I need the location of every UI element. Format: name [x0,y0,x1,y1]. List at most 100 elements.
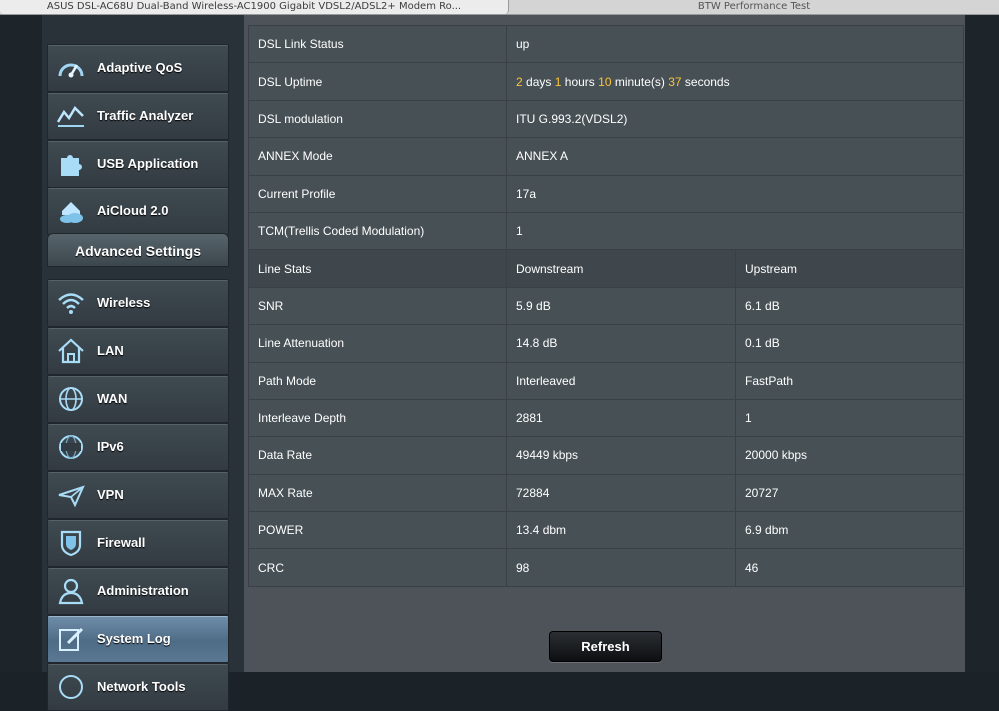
vpn-plane-icon [58,485,85,508]
traffic-chart-icon [56,105,84,127]
stat-up: 0.1 dB [734,324,965,363]
stat-up: 20000 kbps [734,436,965,475]
uptime-days-unit: days [526,74,552,89]
sidebar-item-lan[interactable]: LAN [47,327,229,375]
sidebar-item-label: LAN [97,343,124,358]
stat-up: FastPath [734,361,965,400]
browser-tab-bar: ASUS DSL-AC68U Dual-Band Wireless-AC1900… [0,0,999,15]
stat-label: Path Mode [248,361,507,400]
table-row: TCM(Trellis Coded Modulation) 1 [248,211,965,251]
sidebar-item-wan[interactable]: WAN [47,375,229,423]
stat-down: 14.8 dB [506,324,736,363]
sidebar-item-wireless[interactable]: Wireless [47,279,229,327]
stat-label: CRC [248,548,507,587]
stat-label: Line Attenuation [248,324,507,363]
wifi-icon [58,293,84,314]
uptime-value: 2 days 1 hours 10 minute(s) 37 seconds [505,62,965,101]
table-row: MAX Rate 72884 20727 [248,473,965,513]
sidebar-item-administration[interactable]: Administration [47,567,229,615]
stat-down: 2881 [506,398,736,438]
browser-tab-active[interactable]: ASUS DSL-AC68U Dual-Band Wireless-AC1900… [0,0,509,14]
sidebar-item-system-log[interactable]: System Log [47,615,229,663]
puzzle-icon [61,155,82,176]
table-row: ANNEX Mode ANNEX A [248,137,965,176]
table-row: DSL modulation ITU G.993.2(VDSL2) [248,99,965,139]
log-edit-icon [59,627,84,651]
stat-up: 6.1 dB [734,286,965,326]
refresh-button[interactable]: Refresh [549,631,662,662]
sidebar-item-traffic-analyzer[interactable]: Traffic Analyzer [47,92,229,140]
table-row: Data Rate 49449 kbps 20000 kbps [248,436,965,475]
row-label: Current Profile [248,174,507,213]
stat-label: SNR [248,286,507,326]
stat-down: 5.9 dB [506,286,736,326]
row-value: ITU G.993.2(VDSL2) [505,99,965,139]
uptime-seconds-unit: seconds [684,74,730,89]
stat-label: POWER [248,511,507,550]
sidebar-item-network-tools[interactable]: Network Tools [47,663,229,711]
ipv6-globe-icon [59,435,83,459]
left-page-margin [0,15,42,672]
row-value: 17a [505,174,965,213]
stat-down: 49449 kbps [506,436,736,475]
table-row: DSL Link Status up [248,24,965,64]
sidebar-item-label: WAN [97,391,128,406]
user-icon [58,578,84,605]
uptime-minutes: 10 [598,74,612,89]
row-label: DSL Uptime [248,62,507,101]
cloud-home-icon [60,202,83,223]
stat-up: 20727 [734,473,965,513]
globe-tools-icon [59,675,83,699]
row-value: ANNEX A [505,137,965,176]
sidebar-item-firewall[interactable]: Firewall [47,519,229,567]
sidebar-item-aicloud[interactable]: AiCloud 2.0 [47,187,229,235]
table-row: Interleave Depth 2881 1 [248,398,965,438]
sidebar-item-vpn[interactable]: VPN [47,471,229,519]
sidebar-item-label: Adaptive QoS [97,60,183,75]
uptime-days: 2 [516,74,523,89]
stat-up: 6.9 dbm [734,511,965,550]
globe-icon [59,387,83,411]
uptime-hours: 1 [554,74,562,89]
dsl-status-table: DSL Link Status up DSL Uptime 2 days 1 h… [248,24,965,587]
speedometer-icon [58,63,84,78]
line-stats-header-row: Line Stats Downstream Upstream [248,249,965,288]
right-page-margin [965,15,999,672]
sidebar-item-label: Firewall [97,535,146,550]
row-label: DSL modulation [248,99,507,139]
stat-label: Interleave Depth [248,398,507,438]
table-row: SNR 5.9 dB 6.1 dB [248,286,965,326]
shield-icon [60,530,82,557]
browser-tab-btw[interactable]: BTW Performance Test [509,0,999,14]
sidebar-item-ipv6[interactable]: IPv6 [47,423,229,471]
home-icon [58,338,84,364]
stat-up: 1 [734,398,965,438]
row-label: DSL Link Status [248,24,507,64]
table-row: Path Mode Interleaved FastPath [248,361,965,400]
sidebar-item-adaptive-qos[interactable]: Adaptive QoS [47,44,229,92]
sidebar-item-label: Wireless [97,295,151,310]
row-value: 1 [505,211,965,251]
row-label: ANNEX Mode [248,137,507,176]
table-row: Current Profile 17a [248,174,965,213]
dsl-log-panel: DSL Link Status up DSL Uptime 2 days 1 h… [244,15,965,672]
table-row: POWER 13.4 dbm 6.9 dbm [248,511,965,550]
sidebar-item-label: Traffic Analyzer [97,108,194,123]
sidebar-item-label: Network Tools [97,679,186,694]
stat-down: 13.4 dbm [506,511,736,550]
uptime-hours-unit: hours [564,74,595,89]
downstream-header: Downstream [506,249,736,288]
sidebar-item-label: System Log [97,631,171,646]
table-row: CRC 98 46 [248,548,965,587]
stat-down: 72884 [506,473,736,513]
sidebar-item-label: IPv6 [97,439,124,454]
line-stats-header: Line Stats [248,249,507,288]
table-row: Line Attenuation 14.8 dB 0.1 dB [248,324,965,363]
sidebar-item-label: USB Application [97,156,199,171]
sidebar-item-label: AiCloud 2.0 [97,203,169,218]
sidebar-item-usb-application[interactable]: USB Application [47,140,229,188]
uptime-minutes-unit: minute(s) [614,74,665,89]
stat-down: Interleaved [506,361,736,400]
stat-label: Data Rate [248,436,507,475]
row-label: TCM(Trellis Coded Modulation) [248,211,507,251]
